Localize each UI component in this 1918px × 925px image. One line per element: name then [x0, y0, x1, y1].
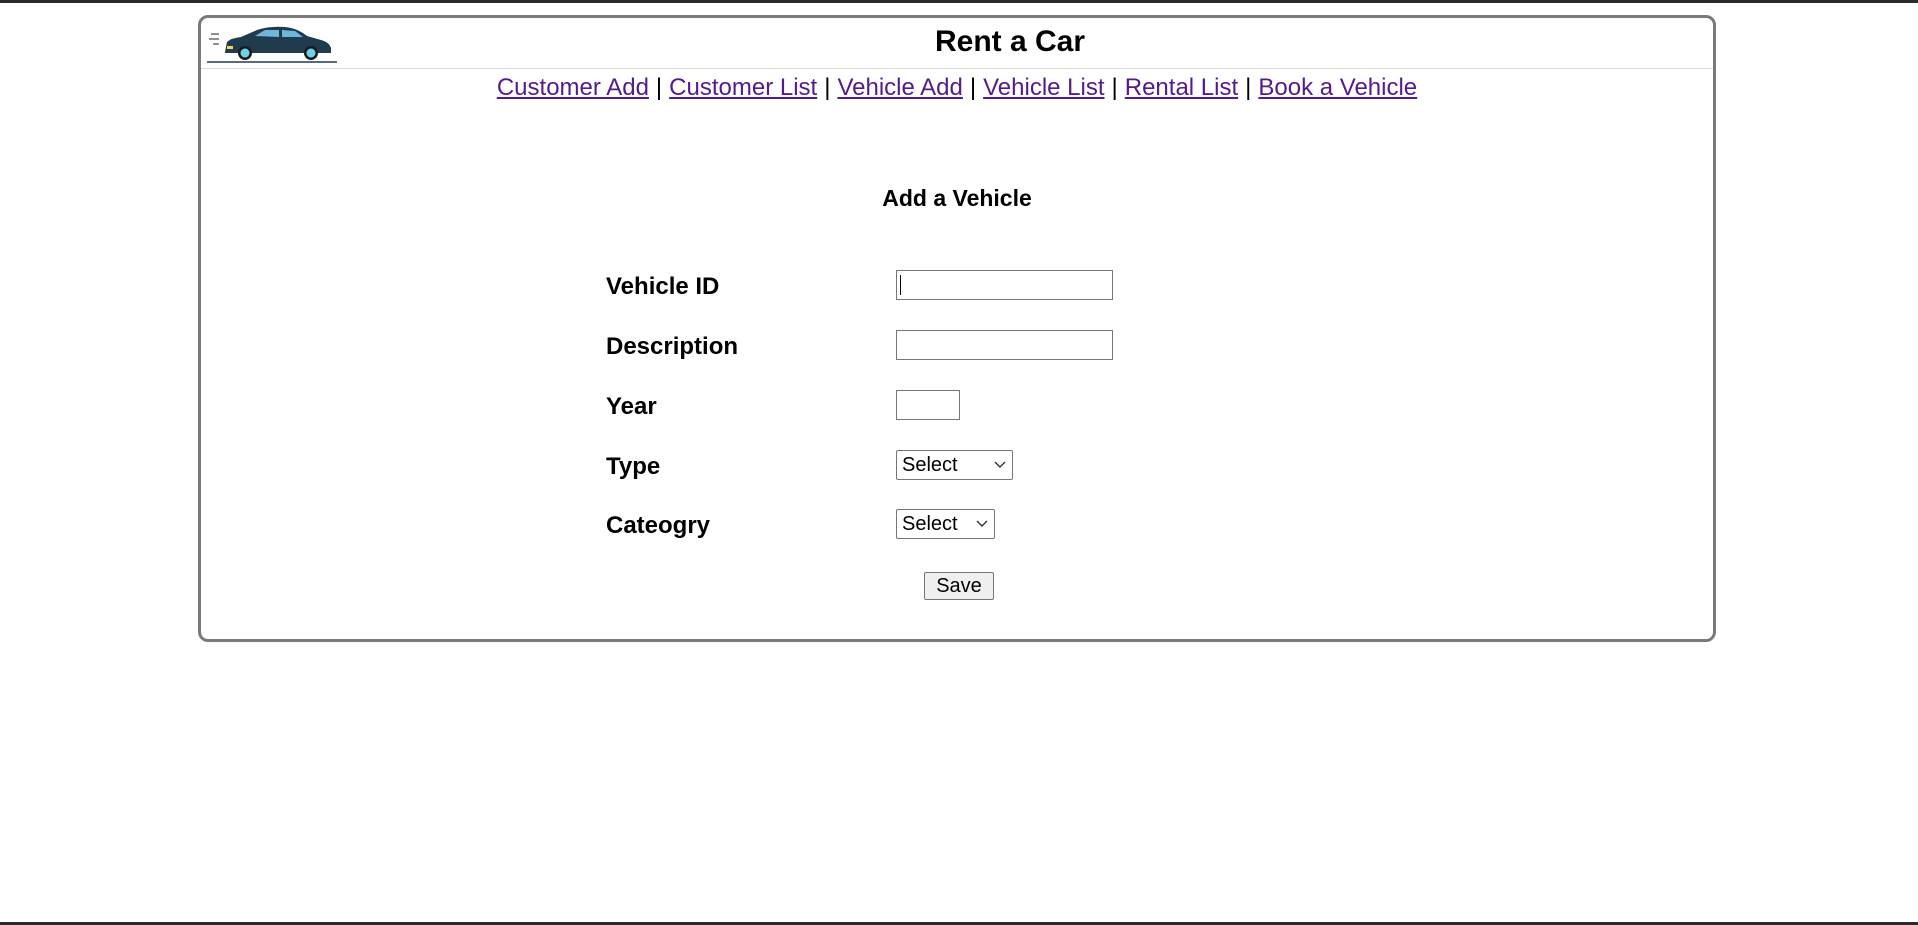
- main-frame: Rent a Car Customer Add | Customer List | Ve…: [198, 15, 1716, 642]
- nav-vehicle-add[interactable]: Vehicle Add: [837, 74, 962, 101]
- nav-bar: Customer Add | Customer List | Vehicle Add | V…: [201, 74, 1713, 102]
- category-label: Cateogry: [606, 512, 711, 539]
- nav-separator: |: [1111, 74, 1118, 101]
- description-input[interactable]: [896, 330, 1113, 360]
- type-label: Type: [606, 453, 661, 480]
- year-label: Year: [606, 393, 657, 420]
- site-title: Rent a Car: [934, 25, 1086, 58]
- type-row: Type Select: [606, 450, 1206, 484]
- vehicle-id-label: Vehicle ID: [606, 273, 720, 300]
- description-control: [896, 330, 1113, 360]
- type-control: Select: [896, 450, 1013, 480]
- category-select[interactable]: Select: [896, 509, 995, 539]
- nav-rental-list[interactable]: Rental List: [1125, 74, 1238, 101]
- nav-separator: |: [969, 74, 977, 101]
- header: Rent a Car: [201, 18, 1713, 69]
- year-control: [896, 390, 960, 420]
- text-cursor: [900, 275, 901, 295]
- category-control: Select: [896, 509, 995, 539]
- nav-separator: |: [655, 74, 663, 101]
- year-input[interactable]: [896, 390, 960, 420]
- save-button[interactable]: Save: [924, 572, 994, 600]
- form-title: Add a Vehicle: [882, 185, 1032, 211]
- year-row: Year: [606, 390, 1206, 424]
- type-select-value: Select: [902, 454, 958, 476]
- category-select-value: Select: [902, 513, 958, 535]
- description-label: Description: [606, 333, 739, 360]
- vehicle-id-input[interactable]: [896, 270, 1113, 300]
- top-border: [0, 0, 1918, 3]
- vehicle-id-row: Vehicle ID: [606, 270, 1206, 304]
- vehicle-id-control: [896, 270, 1113, 300]
- chevron-down-icon: [976, 520, 988, 527]
- nav-customer-add[interactable]: Customer Add: [497, 74, 649, 101]
- category-row: Cateogry Select: [606, 509, 1206, 543]
- nav-customer-list[interactable]: Customer List: [669, 74, 817, 101]
- description-row: Description: [606, 330, 1206, 364]
- type-select[interactable]: Select: [896, 450, 1013, 480]
- nav-book-a-vehicle[interactable]: Book a Vehicle: [1258, 74, 1417, 101]
- chevron-down-icon: [994, 461, 1006, 468]
- nav-separator: |: [824, 74, 831, 101]
- nav-vehicle-list[interactable]: Vehicle List: [983, 74, 1104, 101]
- nav-separator: |: [1245, 74, 1252, 101]
